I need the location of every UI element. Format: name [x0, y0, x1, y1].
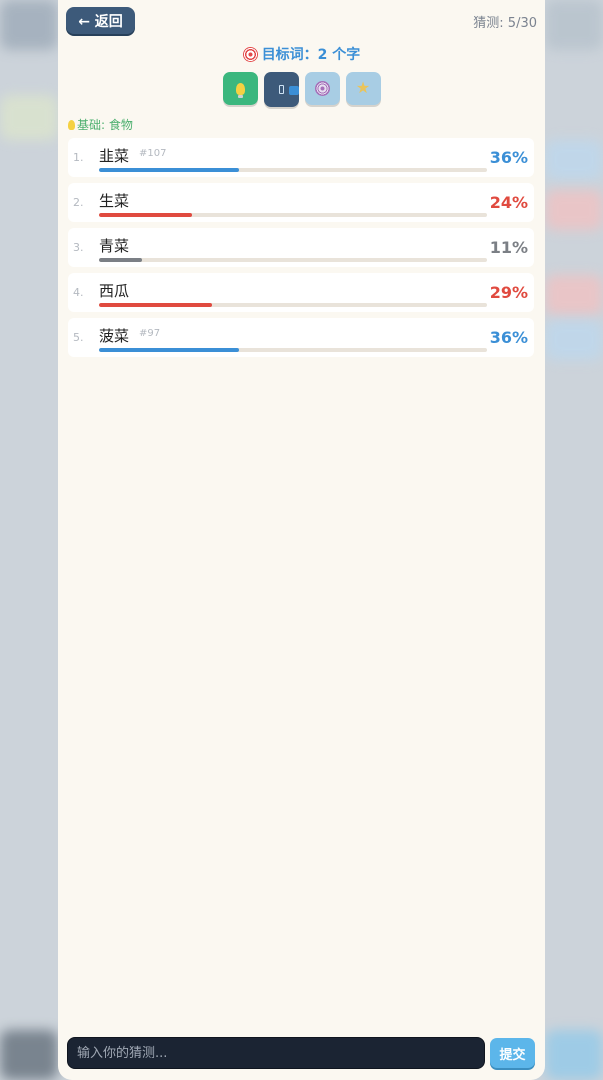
bg-blob: [0, 1030, 58, 1080]
bg-blob: [0, 0, 58, 50]
similarity-percent: 29%: [489, 283, 528, 302]
guess-row: 5. 菠菜 #97 36%: [68, 318, 534, 357]
similarity-bar-track: [99, 348, 487, 352]
bg-blob: [545, 275, 603, 315]
guess-counter: 猜测: 5/30: [473, 16, 537, 31]
similarity-bar-track: [99, 258, 487, 262]
guess-word: 西瓜: [99, 282, 130, 300]
guess-list: 1. 韭菜 #107 36% 2. 生菜 24% 3. 青菜 11% 4. 西瓜 29% 5. 菠菜 #97 3…: [68, 138, 534, 363]
submit-button[interactable]: 提交: [490, 1038, 535, 1068]
guess-word: 韭菜: [99, 147, 130, 165]
similarity-percent: 36%: [489, 328, 528, 347]
dart-icon: [314, 81, 330, 96]
guess-word: 生菜: [99, 192, 130, 210]
similarity-bar-track: [99, 168, 487, 172]
bg-blob: [545, 320, 603, 360]
bg-blob: [545, 190, 603, 230]
back-button[interactable]: ← 返回: [66, 7, 135, 34]
hint-button-dart[interactable]: [304, 72, 340, 105]
guess-rank: 5.: [73, 331, 84, 344]
similarity-bar-track: [99, 213, 487, 217]
similarity-bar-fill: [99, 213, 193, 217]
similarity-bar-fill: [99, 168, 239, 172]
similarity-percent: 11%: [489, 238, 528, 257]
guess-rank: 4.: [73, 286, 84, 299]
similarity-bar-fill: [99, 303, 212, 307]
guess-id-tag: #97: [139, 328, 161, 339]
category-label: 基础: 食物: [77, 118, 133, 132]
hint-button-star[interactable]: ★: [345, 72, 381, 105]
guess-word: 菠菜: [99, 327, 130, 345]
phone-icon: [278, 85, 284, 94]
lightbulb-icon: [68, 119, 75, 130]
guess-rank: 2.: [73, 196, 84, 209]
star-icon: ★: [355, 79, 371, 97]
bg-blob: [0, 95, 58, 140]
target-word-label: 目标词：2 个字: [261, 47, 361, 63]
bg-blob: [545, 0, 603, 50]
guess-word: 青菜: [99, 237, 130, 255]
similarity-bar-track: [99, 303, 487, 307]
guess-rank: 1.: [73, 151, 84, 164]
category-hint: 基础: 食物: [68, 116, 133, 133]
guess-row: 4. 西瓜 29%: [68, 273, 534, 312]
similarity-percent: 24%: [489, 193, 528, 212]
similarity-percent: 36%: [489, 148, 528, 167]
guess-row: 1. 韭菜 #107 36%: [68, 138, 534, 177]
guess-input[interactable]: [67, 1037, 485, 1069]
lightbulb-icon: [235, 82, 245, 98]
hint-toolbar: ★: [58, 72, 545, 107]
bg-blob: [545, 1030, 603, 1080]
guess-row: 3. 青菜 11%: [68, 228, 534, 267]
guess-row: 2. 生菜 24%: [68, 183, 534, 222]
target-icon: [242, 46, 258, 62]
similarity-bar-fill: [99, 258, 142, 262]
guess-id-tag: #107: [139, 148, 167, 159]
guess-rank: 3.: [73, 241, 84, 254]
active-hint-indicator: [289, 86, 299, 95]
similarity-bar-fill: [99, 348, 239, 352]
target-word-info: 目标词：2 个字: [58, 44, 545, 64]
hint-button-lightbulb[interactable]: [222, 72, 258, 105]
bg-blob: [545, 140, 603, 180]
game-panel: ← 返回 猜测: 5/30 目标词：2 个字 ★ 基础: 食物 1. 韭菜 #107…: [58, 0, 545, 1080]
